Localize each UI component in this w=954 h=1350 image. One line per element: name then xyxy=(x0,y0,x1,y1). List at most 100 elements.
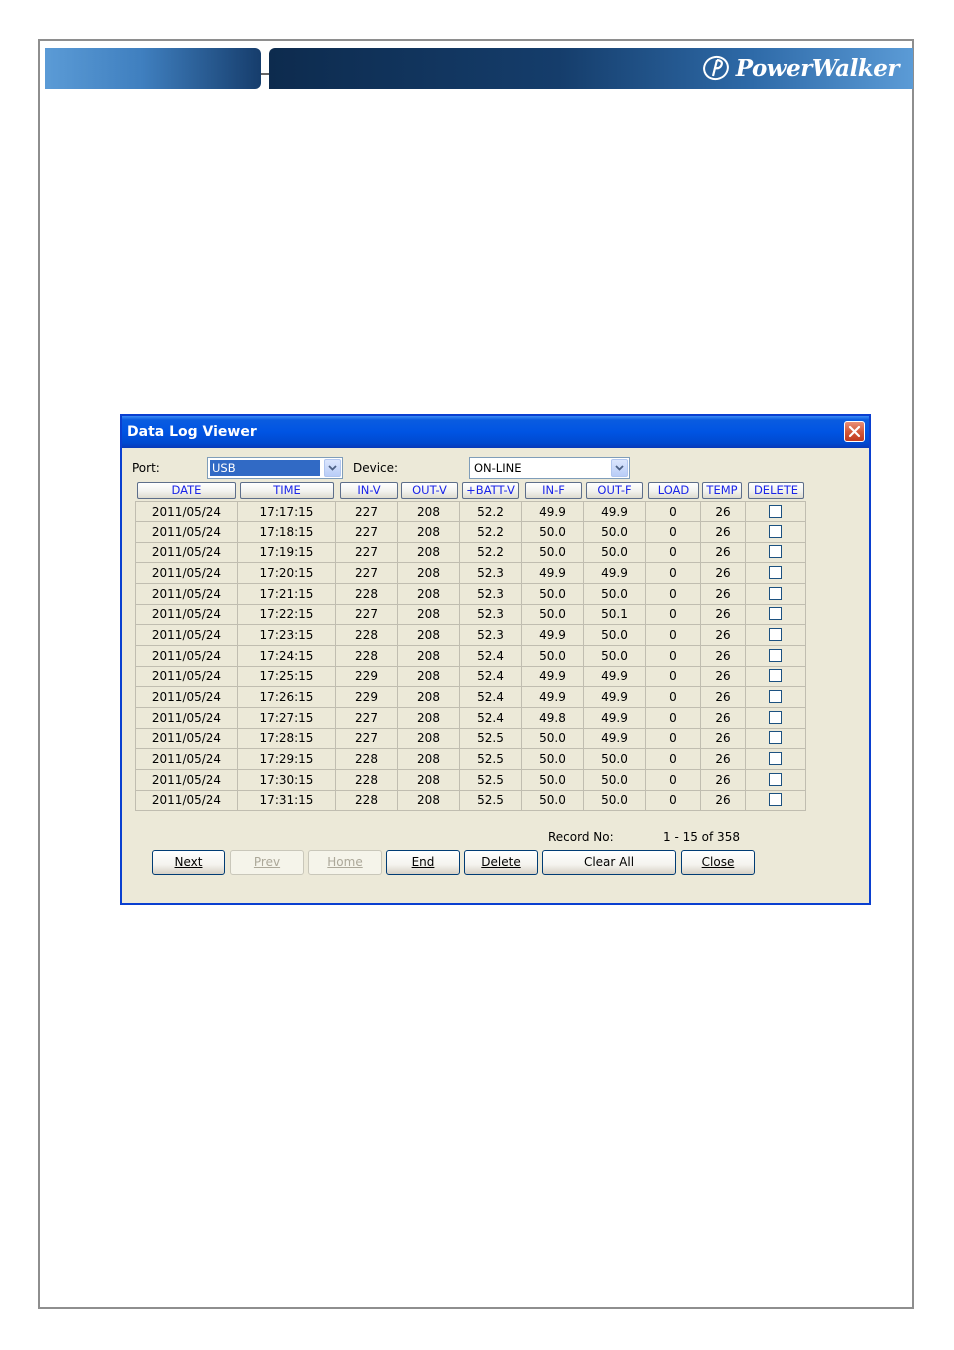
cell-batt-v: 52.3 xyxy=(460,624,522,646)
delete-checkbox[interactable] xyxy=(769,751,782,765)
cell-date: 2011/05/24 xyxy=(135,686,238,708)
cell-out-f: 49.9 xyxy=(584,686,646,708)
delete-checkbox[interactable] xyxy=(769,505,782,518)
clear-all-button[interactable]: Clear All xyxy=(542,850,676,875)
table-row[interactable]: 2011/05/24 17:21:15 228 208 52.3 50.0 50.0 0 26 xyxy=(135,583,806,605)
cell-out-v: 208 xyxy=(398,624,460,646)
cell-temp: 26 xyxy=(701,562,746,584)
delete-checkbox[interactable] xyxy=(769,731,782,745)
cell-load: 0 xyxy=(646,501,701,522)
table-row[interactable]: 2011/05/24 17:18:15 227 208 52.2 50.0 50.0 0 26 xyxy=(135,521,806,543)
cell-out-f: 50.0 xyxy=(584,790,646,812)
cell-in-v: 228 xyxy=(336,624,398,646)
table-row[interactable]: 2011/05/24 17:26:15 229 208 52.4 49.9 49.9 0 26 xyxy=(135,686,806,708)
column-header-out-v[interactable]: OUT-V xyxy=(401,482,458,499)
column-header-time[interactable]: TIME xyxy=(240,482,334,499)
delete-checkbox[interactable] xyxy=(769,772,782,786)
column-header-delete[interactable]: DELETE xyxy=(748,482,804,499)
delete-checkbox[interactable] xyxy=(769,648,782,662)
cell-load: 0 xyxy=(646,624,701,646)
cell-time: 17:31:15 xyxy=(238,790,336,812)
table-row[interactable]: 2011/05/24 17:28:15 227 208 52.5 50.0 49.9 0 26 xyxy=(135,728,806,750)
delete-button[interactable]: Delete xyxy=(464,850,538,875)
cell-in-f: 50.0 xyxy=(522,542,584,564)
cell-out-f: 50.0 xyxy=(584,748,646,770)
cell-batt-v: 52.2 xyxy=(460,542,522,564)
prev-button[interactable]: Prev xyxy=(230,850,304,875)
cell-out-f: 50.0 xyxy=(584,645,646,667)
table-row[interactable]: 2011/05/24 17:31:15 228 208 52.5 50.0 50.0 0 26 xyxy=(135,790,806,812)
column-header-date[interactable]: DATE xyxy=(137,482,236,499)
header-banner-right: PowerWalker xyxy=(269,48,913,89)
port-select[interactable]: USB xyxy=(207,457,343,479)
delete-checkbox[interactable] xyxy=(769,565,782,579)
table-row[interactable]: 2011/05/24 17:17:15 227 208 52.2 49.9 49.9 0 26 xyxy=(135,501,806,522)
cell-delete xyxy=(746,542,806,564)
dialog-title: Data Log Viewer xyxy=(127,424,257,440)
home-button[interactable]: Home xyxy=(308,850,382,875)
cell-load: 0 xyxy=(646,769,701,791)
cell-batt-v: 52.2 xyxy=(460,501,522,522)
next-button[interactable]: Next xyxy=(152,850,225,875)
cell-in-v: 228 xyxy=(336,790,398,812)
cell-delete xyxy=(746,748,806,770)
cell-in-f: 50.0 xyxy=(522,583,584,605)
cell-batt-v: 52.5 xyxy=(460,790,522,812)
delete-checkbox[interactable] xyxy=(769,669,782,683)
device-label: Device: xyxy=(353,461,399,475)
record-no-label: Record No: xyxy=(548,830,614,844)
column-header-in-v[interactable]: IN-V xyxy=(340,482,398,499)
cell-delete xyxy=(746,562,806,584)
table-row[interactable]: 2011/05/24 17:29:15 228 208 52.5 50.0 50.0 0 26 xyxy=(135,748,806,770)
cell-temp: 26 xyxy=(701,769,746,791)
table-row[interactable]: 2011/05/24 17:30:15 228 208 52.5 50.0 50.0 0 26 xyxy=(135,769,806,791)
cell-time: 17:25:15 xyxy=(238,666,336,688)
device-value: ON-LINE xyxy=(474,461,522,475)
column-header-temp[interactable]: TEMP xyxy=(702,482,742,499)
delete-checkbox[interactable] xyxy=(769,586,782,600)
table-row[interactable]: 2011/05/24 17:27:15 227 208 52.4 49.8 49.9 0 26 xyxy=(135,707,806,729)
device-dropdown-button[interactable] xyxy=(611,459,628,477)
cell-load: 0 xyxy=(646,604,701,626)
delete-checkbox[interactable] xyxy=(769,710,782,724)
cell-load: 0 xyxy=(646,790,701,812)
port-dropdown-button[interactable] xyxy=(324,459,341,477)
close-window-button[interactable] xyxy=(844,421,865,442)
delete-checkbox[interactable] xyxy=(769,793,782,807)
delete-checkbox[interactable] xyxy=(769,524,782,538)
end-button[interactable]: End xyxy=(386,850,460,875)
close-button[interactable]: Close xyxy=(681,850,755,875)
delete-checkbox[interactable] xyxy=(769,607,782,621)
clear-all-button-label: Clear All xyxy=(583,855,635,869)
column-header-load[interactable]: LOAD xyxy=(648,482,699,499)
delete-checkbox[interactable] xyxy=(769,689,782,703)
table-row[interactable]: 2011/05/24 17:24:15 228 208 52.4 50.0 50.0 0 26 xyxy=(135,645,806,667)
cell-batt-v: 52.4 xyxy=(460,707,522,729)
next-button-label: Next xyxy=(174,855,203,869)
cell-time: 17:21:15 xyxy=(238,583,336,605)
delete-checkbox[interactable] xyxy=(769,627,782,641)
column-header-in-f[interactable]: IN-F xyxy=(525,482,582,499)
table-row[interactable]: 2011/05/24 17:22:15 227 208 52.3 50.0 50.1 0 26 xyxy=(135,604,806,626)
cell-temp: 26 xyxy=(701,645,746,667)
cell-delete xyxy=(746,624,806,646)
cell-date: 2011/05/24 xyxy=(135,666,238,688)
device-select[interactable]: ON-LINE xyxy=(469,457,630,479)
column-header-batt-v[interactable]: +BATT-V xyxy=(462,482,519,499)
table-row[interactable]: 2011/05/24 17:20:15 227 208 52.3 49.9 49.9 0 26 xyxy=(135,562,806,584)
cell-out-f: 50.1 xyxy=(584,604,646,626)
table-row[interactable]: 2011/05/24 17:25:15 229 208 52.4 49.9 49.9 0 26 xyxy=(135,666,806,688)
title-bar[interactable]: Data Log Viewer xyxy=(122,416,869,448)
brand-name: PowerWalker xyxy=(735,54,900,82)
table-row[interactable]: 2011/05/24 17:23:15 228 208 52.3 49.9 50.0 0 26 xyxy=(135,624,806,646)
cell-load: 0 xyxy=(646,645,701,667)
column-header-out-f[interactable]: OUT-F xyxy=(586,482,643,499)
cell-batt-v: 52.3 xyxy=(460,583,522,605)
delete-checkbox[interactable] xyxy=(769,545,782,559)
prev-button-label: Prev xyxy=(253,855,281,869)
cell-out-f: 49.9 xyxy=(584,666,646,688)
cell-out-v: 208 xyxy=(398,790,460,812)
table-row[interactable]: 2011/05/24 17:19:15 227 208 52.2 50.0 50.0 0 26 xyxy=(135,542,806,564)
cell-in-f: 50.0 xyxy=(522,604,584,626)
cell-out-v: 208 xyxy=(398,521,460,543)
